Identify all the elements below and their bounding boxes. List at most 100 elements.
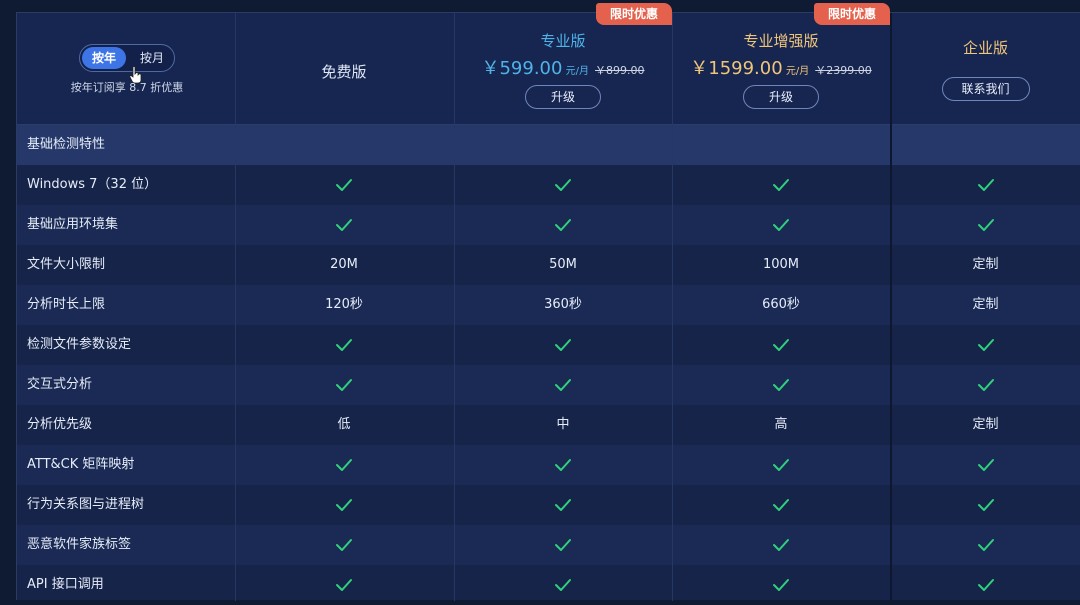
checkmark-icon bbox=[977, 498, 994, 511]
checkmark-icon bbox=[773, 218, 789, 231]
column-divider bbox=[235, 13, 236, 601]
feature-label: API 接口调用 bbox=[27, 577, 104, 592]
feature-value bbox=[672, 565, 890, 605]
checkmark-icon bbox=[555, 578, 571, 591]
checkmark-icon bbox=[336, 338, 352, 351]
feature-value bbox=[672, 445, 890, 485]
feature-value bbox=[454, 565, 672, 605]
feature-value bbox=[672, 165, 890, 205]
feature-value bbox=[890, 165, 1080, 205]
feature-value: 120秒 bbox=[325, 297, 363, 312]
limited-offer-badge: 限时优惠 bbox=[814, 3, 890, 25]
feature-value bbox=[235, 205, 453, 245]
feature-label: ATT&CK 矩阵映射 bbox=[27, 457, 135, 472]
column-divider bbox=[890, 13, 892, 601]
checkmark-icon bbox=[555, 498, 571, 511]
feature-value bbox=[890, 325, 1080, 365]
annual-discount-note: 按年订阅享 8.7 折优惠 bbox=[70, 81, 184, 94]
checkmark-icon bbox=[773, 338, 789, 351]
checkmark-icon bbox=[773, 538, 789, 551]
feature-row: Windows 7（32 位） bbox=[17, 165, 1080, 205]
checkmark-icon bbox=[977, 578, 994, 591]
feature-value bbox=[672, 325, 890, 365]
checkmark-icon bbox=[336, 458, 352, 471]
feature-row: 基础应用环境集 bbox=[17, 205, 1080, 245]
feature-value bbox=[672, 205, 890, 245]
original-price: ￥2399.00 bbox=[815, 64, 872, 77]
feature-value: 660秒 bbox=[762, 297, 800, 312]
column-divider bbox=[454, 13, 455, 601]
checkmark-icon bbox=[773, 378, 789, 391]
feature-value bbox=[235, 325, 453, 365]
checkmark-icon bbox=[555, 378, 571, 391]
plan-name: 专业增强版 bbox=[743, 32, 819, 50]
checkmark-icon bbox=[555, 178, 571, 191]
feature-label: 交互式分析 bbox=[27, 377, 93, 392]
feature-value bbox=[454, 485, 672, 525]
feature-value bbox=[890, 205, 1080, 245]
feature-label: 检测文件参数设定 bbox=[27, 337, 132, 352]
feature-row: 分析时长上限 120秒 360秒 660秒 定制 bbox=[17, 285, 1080, 325]
feature-value: 高 bbox=[774, 417, 788, 432]
original-price: ￥899.00 bbox=[595, 64, 645, 77]
feature-value bbox=[235, 525, 453, 565]
limited-offer-badge: 限时优惠 bbox=[596, 3, 672, 25]
feature-row: 行为关系图与进程树 bbox=[17, 485, 1080, 525]
section-basic-features: 基础检测特性 bbox=[17, 125, 1080, 165]
feature-value bbox=[454, 445, 672, 485]
column-divider bbox=[672, 13, 673, 601]
feature-value bbox=[454, 325, 672, 365]
annual-option[interactable]: 按年 bbox=[82, 47, 126, 69]
price-unit: 元/月 bbox=[562, 66, 590, 77]
section-title: 基础检测特性 bbox=[27, 137, 106, 152]
checkmark-icon bbox=[773, 458, 789, 471]
feature-value: 100M bbox=[762, 257, 800, 272]
feature-value: 定制 bbox=[972, 297, 999, 312]
checkmark-icon bbox=[336, 218, 352, 231]
plan-name: 免费版 bbox=[321, 63, 367, 81]
contact-us-button[interactable]: 联系我们 bbox=[941, 77, 1030, 101]
billing-toggle[interactable]: 按年 按月 bbox=[79, 44, 175, 72]
checkmark-icon bbox=[555, 218, 571, 231]
feature-value bbox=[454, 365, 672, 405]
plan-column-1: 免费版 bbox=[235, 13, 453, 124]
feature-label: 文件大小限制 bbox=[27, 257, 106, 272]
pricing-table: 按年 按月 按年订阅享 8.7 折优惠 免费版 专业版 限时优惠 ￥599.00 元/… bbox=[16, 3, 1080, 601]
checkmark-icon bbox=[773, 498, 789, 511]
checkmark-icon bbox=[977, 218, 994, 231]
billing-cell: 按年 按月 按年订阅享 8.7 折优惠 bbox=[17, 13, 235, 124]
checkmark-icon bbox=[336, 178, 352, 191]
feature-value bbox=[672, 525, 890, 565]
feature-label: 恶意软件家族标签 bbox=[27, 537, 132, 552]
pricing-header: 按年 按月 按年订阅享 8.7 折优惠 免费版 专业版 限时优惠 ￥599.00 元/… bbox=[17, 3, 1080, 125]
feature-value bbox=[235, 365, 453, 405]
feature-value bbox=[235, 565, 453, 605]
checkmark-icon bbox=[977, 338, 994, 351]
feature-value bbox=[672, 485, 890, 525]
feature-value: 中 bbox=[556, 417, 570, 432]
checkmark-icon bbox=[336, 378, 352, 391]
checkmark-icon bbox=[555, 458, 571, 471]
feature-value bbox=[454, 525, 672, 565]
feature-value: 定制 bbox=[972, 257, 999, 272]
price-value: ￥599.00 bbox=[481, 58, 563, 79]
checkmark-icon bbox=[555, 538, 571, 551]
feature-row: 交互式分析 bbox=[17, 365, 1080, 405]
upgrade-button[interactable]: 升级 bbox=[525, 85, 601, 109]
feature-label: 基础应用环境集 bbox=[27, 217, 119, 232]
plan-name: 企业版 bbox=[962, 39, 1008, 57]
price-value: ￥1599.00 bbox=[690, 58, 783, 79]
checkmark-icon bbox=[977, 378, 994, 391]
feature-row: 文件大小限制 20M 50M 100M 定制 bbox=[17, 245, 1080, 285]
upgrade-button[interactable]: 升级 bbox=[743, 85, 819, 109]
checkmark-icon bbox=[555, 338, 571, 351]
feature-row: 分析优先级 低 中 高 定制 bbox=[17, 405, 1080, 445]
feature-value bbox=[672, 365, 890, 405]
plan-column-2: 专业版 限时优惠 ￥599.00 元/月 ￥899.00 升级 bbox=[454, 3, 672, 124]
feature-value bbox=[890, 565, 1080, 605]
feature-label: Windows 7（32 位） bbox=[27, 177, 158, 192]
price-line: ￥1599.00 元/月 ￥2399.00 bbox=[672, 54, 890, 80]
checkmark-icon bbox=[773, 178, 789, 191]
feature-value bbox=[890, 365, 1080, 405]
feature-label: 分析优先级 bbox=[27, 417, 93, 432]
